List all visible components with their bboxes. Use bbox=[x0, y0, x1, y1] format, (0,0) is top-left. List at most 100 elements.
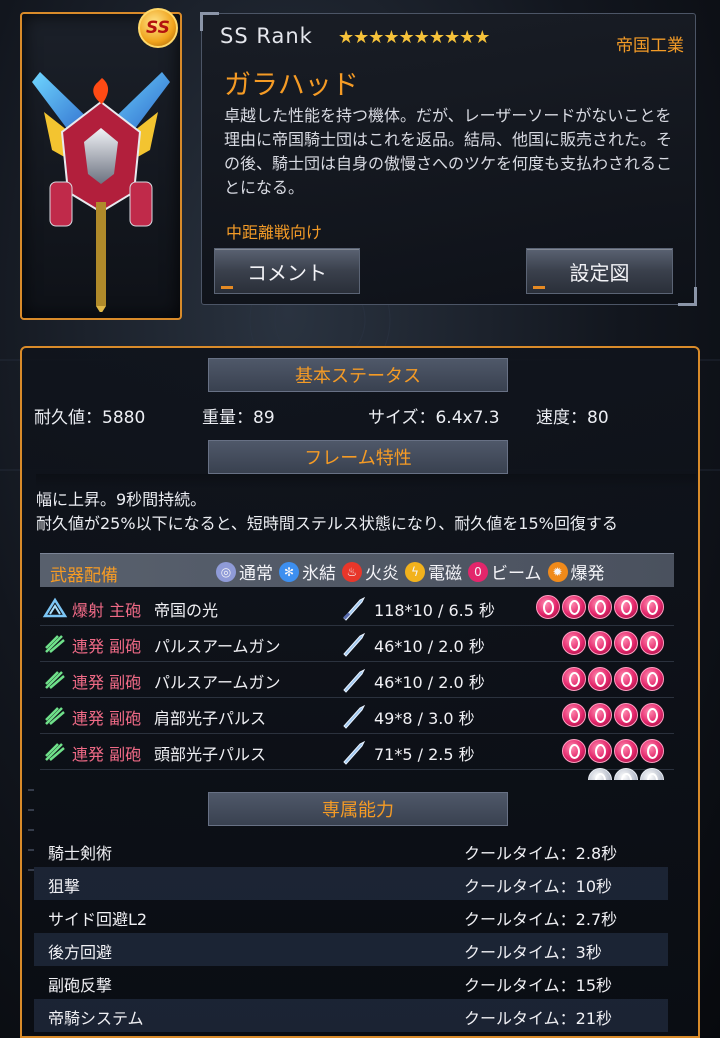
legend-label: 氷結 bbox=[302, 564, 336, 584]
beam-icon bbox=[562, 703, 586, 727]
scroll-fade bbox=[36, 474, 696, 488]
ability-cooldown: クールタイム：3秒 bbox=[464, 943, 602, 962]
legend-label: 電磁 bbox=[428, 564, 462, 584]
ship-description: 卓越した性能を持つ機体。だが、レーザーソードがないことを理由に帝国騎士団はこれを… bbox=[224, 106, 673, 197]
weapon-name: パルスアームガン bbox=[154, 637, 281, 656]
ability-cooldown: クールタイム：21秒 bbox=[464, 1009, 613, 1028]
beam-icon bbox=[588, 739, 612, 763]
weapon-type: 連発 副砲 bbox=[72, 673, 142, 692]
weapon-row[interactable]: 連発 副砲 パルスアームガン 46*10 / 2.0 秒 bbox=[40, 626, 674, 662]
ability-row[interactable]: 狙撃 クールタイム：10秒 bbox=[34, 867, 668, 900]
normal-ammo-icon bbox=[588, 768, 612, 780]
legend-label: ビーム bbox=[491, 564, 542, 584]
beam-icon bbox=[640, 595, 664, 619]
ability-cooldown: クールタイム：2.8秒 bbox=[464, 844, 618, 863]
weapon-damage: 46*10 / 2.0 秒 bbox=[374, 673, 485, 692]
weapon-row[interactable]: 連発 副砲 頭部光子パルス 71*5 / 2.5 秒 bbox=[40, 734, 674, 770]
weapon-name: 頭部光子パルス bbox=[154, 745, 267, 764]
beam-icon bbox=[614, 631, 638, 655]
ability-name: 騎士剣術 bbox=[48, 844, 113, 863]
beam-icon bbox=[640, 739, 664, 763]
frame-trait-header: フレーム特性 bbox=[208, 440, 508, 474]
ability-row[interactable]: 後方回避 クールタイム：3秒 bbox=[34, 933, 668, 966]
durability-stat: 耐久値：5880 bbox=[34, 408, 146, 428]
ship-image bbox=[32, 72, 170, 312]
ammo-indicator bbox=[586, 768, 664, 780]
weight-stat: 重量：89 bbox=[202, 408, 275, 428]
weapon-row[interactable]: 爆射 主砲 帝国の光 118*10 / 6.5 秒 bbox=[40, 590, 674, 626]
frame-trait-line: 耐久値が25%以下になると、短時間ステルス状態になり、耐久値を15%回復する bbox=[36, 514, 618, 533]
rapid-sub-icon bbox=[45, 671, 65, 689]
beam-icon bbox=[640, 631, 664, 655]
rank-badge-icon: SS bbox=[138, 8, 178, 48]
basic-stats-row: 耐久値：5880 重量：89 サイズ：6.4x7.3 速度：80 bbox=[34, 403, 694, 429]
weapon-list[interactable]: 爆射 主砲 帝国の光 118*10 / 6.5 秒 連発 副砲 パルスアームガン… bbox=[40, 590, 674, 780]
explosion-icon: ✹ bbox=[547, 561, 568, 582]
weapon-name: 肩部光子パルス bbox=[154, 709, 267, 728]
ability-cooldown: クールタイム：10秒 bbox=[464, 877, 613, 896]
ammo-indicator bbox=[560, 739, 664, 763]
ability-name: サイド回避L2 bbox=[48, 910, 148, 929]
weapon-damage: 46*10 / 2.0 秒 bbox=[374, 637, 485, 656]
ability-cooldown: クールタイム：2.7秒 bbox=[464, 910, 618, 929]
ability-row[interactable]: 帝騎システム クールタイム：21秒 bbox=[34, 999, 668, 1032]
weapon-name: 帝国の光 bbox=[154, 601, 219, 620]
beam-icon bbox=[588, 631, 612, 655]
beam-icon bbox=[614, 703, 638, 727]
ammo-indicator bbox=[560, 631, 664, 655]
ability-name: 狙撃 bbox=[48, 877, 81, 896]
beam-icon bbox=[536, 595, 560, 619]
weapon-damage: 71*5 / 2.5 秒 bbox=[374, 745, 475, 764]
star-rating: ★★★★★★★★★★ bbox=[338, 27, 490, 48]
weapon-row[interactable]: 連発 副砲 パルスアームガン 46*10 / 2.0 秒 bbox=[40, 662, 674, 698]
ammo-indicator bbox=[560, 667, 664, 691]
ability-row[interactable]: 騎士剣術 クールタイム：2.8秒 bbox=[34, 834, 668, 867]
weapon-damage: 49*8 / 3.0 秒 bbox=[374, 709, 475, 728]
sword-icon bbox=[343, 704, 366, 729]
blueprint-button[interactable]: 設定図 bbox=[526, 248, 673, 294]
beam-icon bbox=[562, 667, 586, 691]
manufacturer-label: 帝国工業 bbox=[616, 36, 684, 56]
element-legend: ◎ 通常 ✻ 氷結 ♨ 火炎 ϟ 電磁 0 ビーム ✹ 爆発 bbox=[210, 559, 605, 584]
flame-icon: ♨ bbox=[342, 561, 362, 582]
rapid-sub-icon bbox=[45, 743, 65, 761]
basic-status-header: 基本ステータス bbox=[208, 358, 508, 392]
weapon-type: 連発 副砲 bbox=[72, 637, 142, 656]
beam-icon bbox=[562, 631, 586, 655]
ability-name: 後方回避 bbox=[48, 943, 113, 962]
lightning-icon: ϟ bbox=[405, 561, 425, 582]
weapon-header: 武器配備 ◎ 通常 ✻ 氷結 ♨ 火炎 ϟ 電磁 0 ビーム ✹ 爆発 bbox=[40, 553, 674, 587]
frost-icon: ✻ bbox=[279, 561, 299, 582]
legend-label: 爆発 bbox=[570, 564, 605, 584]
beam-icon bbox=[562, 595, 586, 619]
weapon-row[interactable]: 連発 副砲 肩部光子パルス 49*8 / 3.0 秒 bbox=[40, 698, 674, 734]
weapon-title: 武器配備 bbox=[50, 566, 118, 586]
ammo-indicator bbox=[560, 703, 664, 727]
weapon-type: 連発 副砲 bbox=[72, 709, 142, 728]
ability-list[interactable]: 騎士剣術 クールタイム：2.8秒 狙撃 クールタイム：10秒 サイド回避L2 ク… bbox=[34, 834, 668, 1038]
exclusive-ability-header: 専属能力 bbox=[208, 792, 508, 826]
ability-row[interactable]: 副砲反撃 クールタイム：15秒 bbox=[34, 966, 668, 999]
ship-portrait-card[interactable] bbox=[20, 12, 182, 320]
ability-row[interactable]: サイド回避L2 クールタイム：2.7秒 bbox=[34, 900, 668, 933]
normal-ammo-icon bbox=[640, 768, 664, 780]
normal-ammo-icon bbox=[614, 768, 638, 780]
beam-icon bbox=[588, 703, 612, 727]
beam-icon bbox=[562, 739, 586, 763]
rapid-sub-icon bbox=[45, 635, 65, 653]
ship-name: ガラハッド bbox=[224, 70, 359, 101]
beam-icon bbox=[614, 595, 638, 619]
legend-label: 通常 bbox=[239, 564, 273, 584]
weapon-row-partial[interactable] bbox=[40, 768, 674, 780]
weapon-type: 爆射 主砲 bbox=[72, 601, 142, 620]
normal-icon: ◎ bbox=[216, 561, 236, 582]
ability-name: 副砲反撃 bbox=[48, 976, 113, 995]
ability-name: 帝騎システム bbox=[48, 1009, 144, 1028]
weapon-type: 連発 副砲 bbox=[72, 745, 142, 764]
comment-button[interactable]: コメント bbox=[214, 248, 360, 294]
beam-icon bbox=[614, 667, 638, 691]
beam-icon bbox=[588, 667, 612, 691]
beam-icon bbox=[640, 667, 664, 691]
burst-main-icon bbox=[42, 597, 68, 618]
rapid-sub-icon bbox=[45, 707, 65, 725]
